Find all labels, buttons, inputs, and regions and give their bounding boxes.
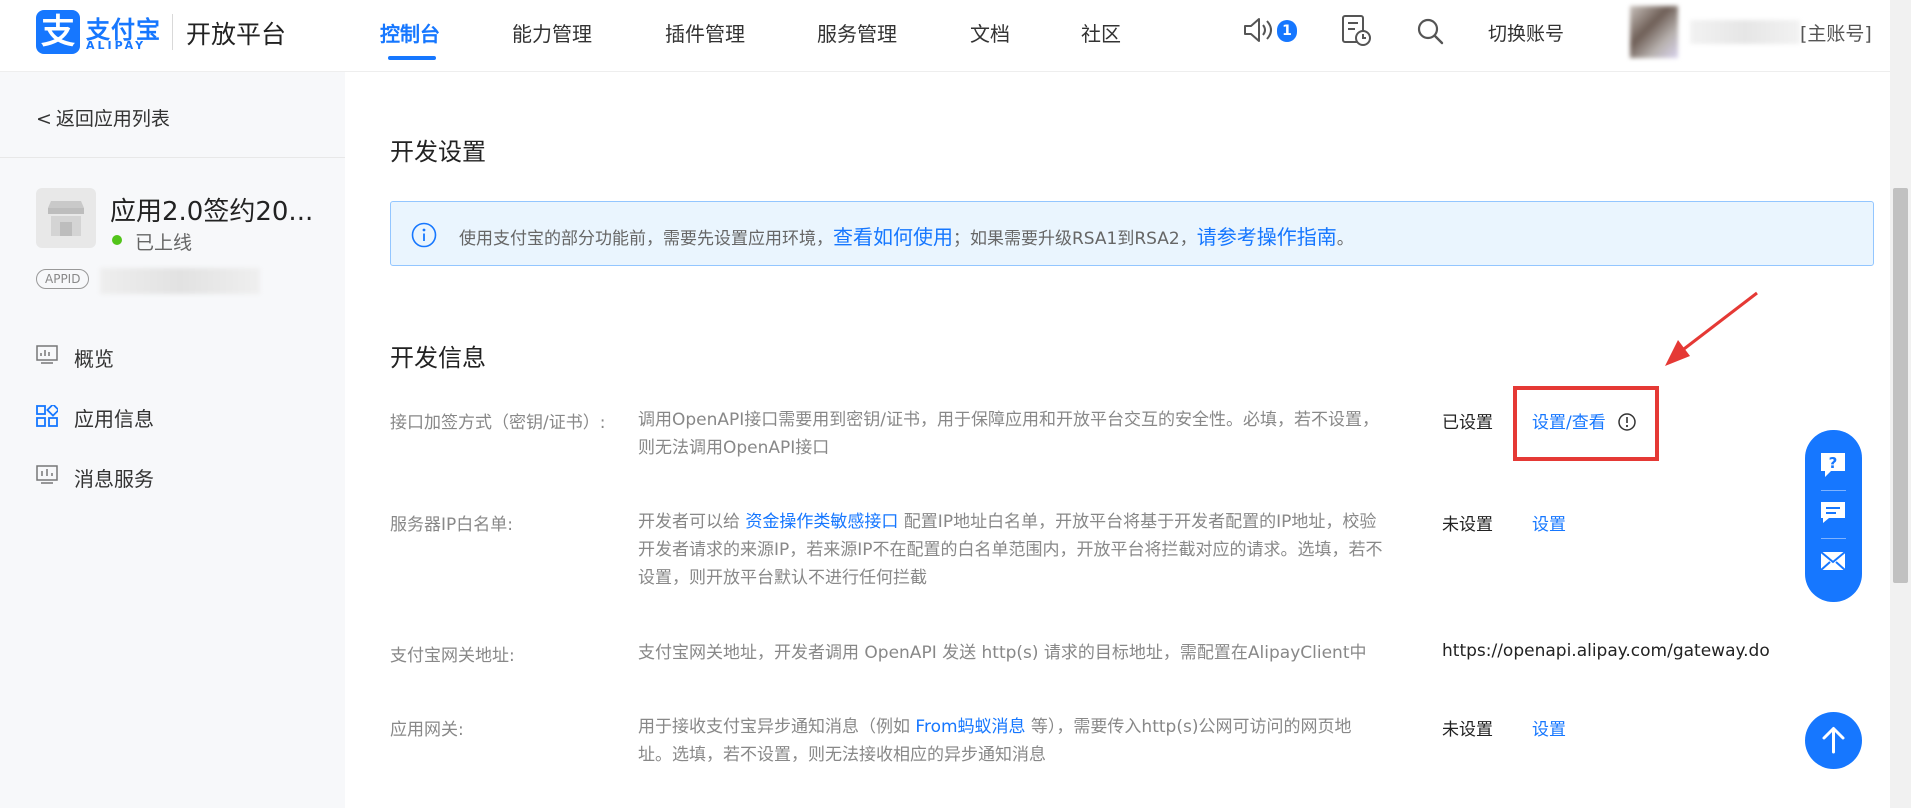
- red-arrow-icon: [1665, 291, 1758, 366]
- notification-badge: 1: [1277, 20, 1297, 42]
- nav-capability[interactable]: 能力管理: [512, 18, 592, 47]
- sensitive-api-link[interactable]: 资金操作类敏感接口: [745, 512, 898, 532]
- status-online-dot: [112, 235, 122, 245]
- nav-console[interactable]: 控制台: [380, 18, 440, 47]
- chevron-left-icon: <: [36, 108, 52, 130]
- app-store-icon: [36, 188, 96, 248]
- panel-divider: [1821, 490, 1846, 491]
- appid-tag: APPID: [36, 269, 90, 289]
- back-to-app-list-link[interactable]: < 返回应用列表: [36, 104, 170, 131]
- ant-message-link[interactable]: From蚂蚁消息: [915, 717, 1025, 737]
- floating-help-panel: ?: [1805, 430, 1862, 602]
- chart-icon: [36, 465, 58, 484]
- arrow-up-icon: [1822, 727, 1845, 754]
- chat-icon[interactable]: [1817, 498, 1849, 528]
- alipay-logo-icon[interactable]: 支: [36, 10, 80, 54]
- set-app-gateway-button[interactable]: 设置: [1532, 715, 1566, 740]
- app-name: 应用2.0签约20...: [110, 197, 314, 227]
- row-label-app-gateway: 应用网关:: [390, 720, 464, 740]
- back-to-top-button[interactable]: [1805, 712, 1862, 769]
- nav-active-underline: [388, 56, 436, 60]
- operation-guide-link[interactable]: 请参考操作指南: [1197, 225, 1337, 249]
- desc-text: 支付宝网关地址，开发者调用 OpenAPI 发送 http(s) 请求的目标地址…: [638, 643, 1367, 663]
- avatar[interactable]: [1630, 6, 1678, 58]
- grid-icon: [36, 405, 58, 427]
- sidebar-item-label: 应用信息: [74, 407, 154, 431]
- desc-text: 调用OpenAPI接口需要用到密钥/证书，用于保障应用和开放平台交互的安全性。必…: [638, 410, 1380, 458]
- desc-text: 开发者可以给: [638, 512, 746, 532]
- desc-text: 用于接收支付宝异步通知消息（例如: [638, 717, 916, 737]
- dev-info-title: 开发信息: [390, 344, 486, 372]
- speaker-icon[interactable]: [1242, 16, 1274, 44]
- row-desc-gateway: 支付宝网关地址，开发者调用 OpenAPI 发送 http(s) 请求的目标地址…: [638, 639, 1383, 667]
- set-ip-whitelist-button[interactable]: 设置: [1532, 510, 1566, 535]
- sidebar-item-label: 概览: [74, 347, 114, 371]
- platform-name[interactable]: 开放平台: [186, 15, 286, 51]
- panel-divider: [1821, 538, 1846, 539]
- alert-text-2: ；如果需要升级RSA1到RSA2，: [953, 229, 1197, 249]
- row-label-ip-whitelist: 服务器IP白名单:: [390, 515, 513, 535]
- appid-value-redacted: [100, 268, 260, 294]
- search-icon[interactable]: [1416, 17, 1444, 45]
- switch-account-button[interactable]: 切换账号: [1488, 19, 1564, 46]
- row-value-gateway: https://openapi.alipay.com/gateway.do: [1442, 641, 1770, 661]
- back-label: 返回应用列表: [55, 108, 170, 130]
- svg-text:?: ?: [1829, 454, 1838, 472]
- monitor-icon: [36, 345, 58, 364]
- nav-plugin[interactable]: 插件管理: [665, 18, 745, 47]
- how-to-use-link[interactable]: 查看如何使用: [833, 225, 953, 249]
- row-label-sign-method: 接口加签方式（密钥/证书）:: [390, 413, 606, 433]
- row-value-sign-method: 已设置: [1442, 413, 1493, 433]
- app-status: 已上线: [135, 232, 193, 254]
- row-desc-app-gateway: 用于接收支付宝异步通知消息（例如 From蚂蚁消息 等），需要传入http(s)…: [638, 713, 1383, 769]
- sidebar-divider: [0, 157, 345, 158]
- row-desc-ip-whitelist: 开发者可以给 资金操作类敏感接口 配置IP地址白名单，开放平台将基于开发者配置的…: [638, 508, 1383, 592]
- row-value-app-gateway: 未设置: [1442, 720, 1493, 740]
- highlight-box: [1513, 386, 1659, 461]
- nav-community[interactable]: 社区: [1081, 18, 1121, 47]
- scrollbar-thumb[interactable]: [1893, 188, 1908, 583]
- ticket-clock-icon[interactable]: [1340, 14, 1372, 48]
- account-name-redacted: [1690, 20, 1800, 44]
- row-label-gateway: 支付宝网关地址:: [390, 646, 515, 666]
- logo-divider: [172, 14, 173, 50]
- row-value-ip-whitelist: 未设置: [1442, 515, 1493, 535]
- alert-text-3: 。: [1336, 229, 1354, 249]
- info-icon: [411, 222, 437, 248]
- sidebar-item-label: 消息服务: [74, 467, 154, 491]
- account-type-label: [主账号]: [1800, 23, 1872, 45]
- alert-text-1: 使用支付宝的部分功能前，需要先设置应用环境，: [459, 229, 833, 249]
- nav-docs[interactable]: 文档: [970, 18, 1010, 47]
- top-nav-bar: 支 支付宝 ALIPAY 开放平台 控制台 能力管理 插件管理 服务管理 文档 …: [0, 0, 1911, 72]
- alert-text: 使用支付宝的部分功能前，需要先设置应用环境，查看如何使用；如果需要升级RSA1到…: [459, 221, 1354, 250]
- logo-text-en: ALIPAY: [86, 39, 147, 52]
- mail-feedback-icon[interactable]: [1817, 546, 1849, 576]
- dev-settings-title: 开发设置: [390, 138, 486, 166]
- row-desc-sign-method: 调用OpenAPI接口需要用到密钥/证书，用于保障应用和开放平台交互的安全性。必…: [638, 406, 1383, 462]
- sidebar: [0, 72, 345, 808]
- help-question-icon[interactable]: ?: [1817, 450, 1849, 480]
- nav-service[interactable]: 服务管理: [817, 18, 897, 47]
- info-alert: 使用支付宝的部分功能前，需要先设置应用环境，查看如何使用；如果需要升级RSA1到…: [390, 201, 1874, 266]
